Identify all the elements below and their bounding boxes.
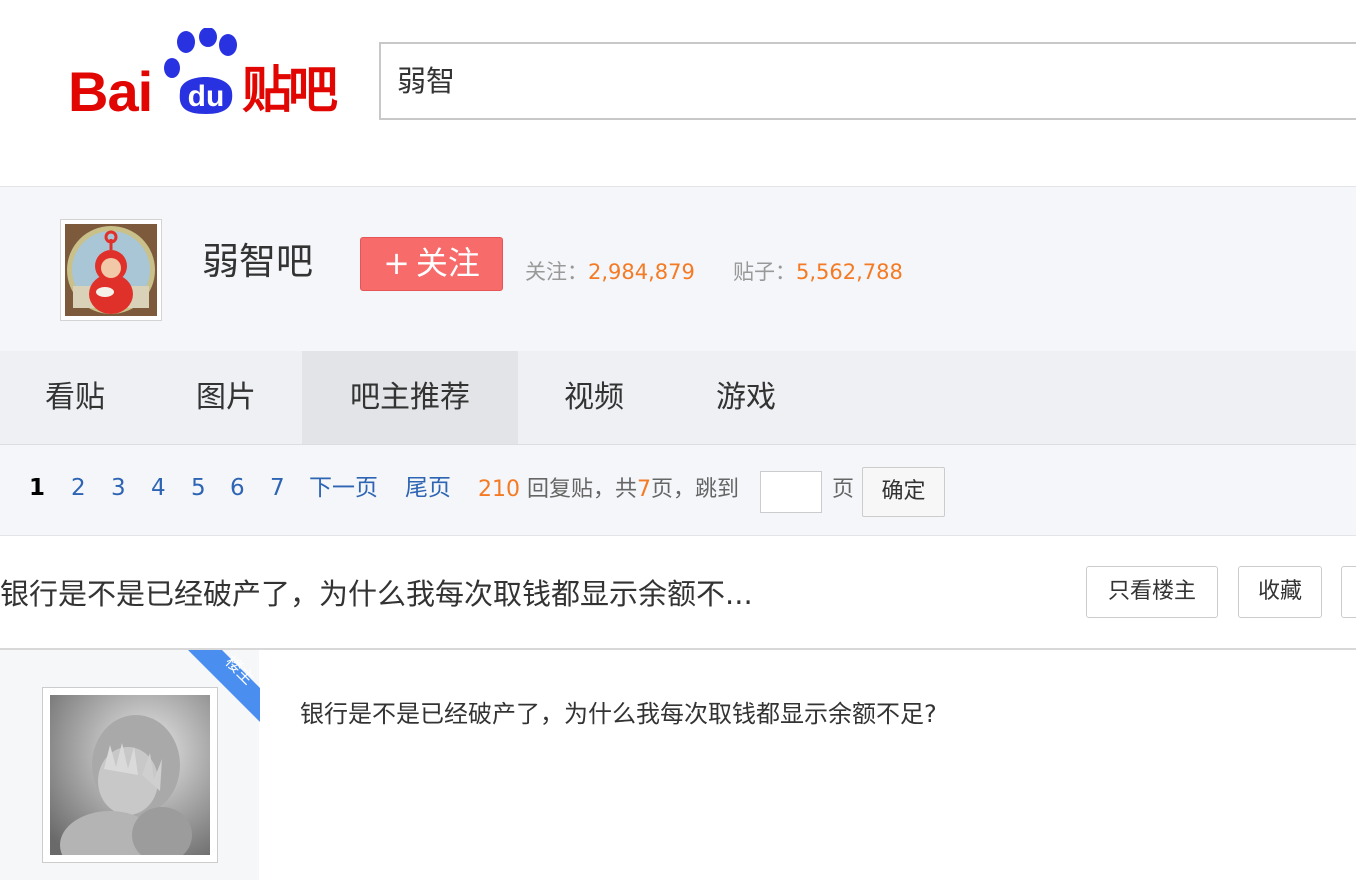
- forum-nav: 看贴 图片 吧主推荐 视频 游戏: [0, 351, 1356, 445]
- only-op-button[interactable]: 只看楼主: [1086, 566, 1218, 618]
- reply-button[interactable]: [1341, 566, 1356, 618]
- pagination-bar: 1 2 3 4 5 6 7 下一页 尾页 210 回复贴，共7页，跳到 页 确定: [0, 445, 1356, 536]
- follow-button[interactable]: + 关注: [360, 237, 503, 291]
- posts-value: 5,562,788: [796, 260, 903, 284]
- followers-value: 2,984,879: [588, 260, 695, 284]
- logo-text-bai: Bai: [68, 60, 153, 123]
- tab-posts[interactable]: 看贴: [0, 351, 150, 444]
- posts-count: 贴子：5,562,788: [733, 257, 903, 287]
- followers-count: 关注：2,984,879: [525, 257, 695, 287]
- forum-avatar[interactable]: [60, 219, 162, 321]
- page-link[interactable]: 3: [111, 473, 126, 503]
- tab-images[interactable]: 图片: [150, 351, 302, 444]
- thread-header: 银行是不是已经破产了，为什么我每次取钱都显示余额不... 只看楼主 收藏: [0, 536, 1356, 650]
- page-unit: 页: [832, 477, 855, 502]
- confirm-jump-button[interactable]: 确定: [862, 467, 945, 517]
- thread-title: 银行是不是已经破产了，为什么我每次取钱都显示余额不...: [0, 577, 753, 611]
- page-link[interactable]: 6: [230, 473, 245, 503]
- tab-games[interactable]: 游戏: [670, 351, 822, 444]
- page-current: 1: [29, 475, 46, 501]
- baidu-tieba-logo[interactable]: Bai du 贴吧: [66, 28, 342, 123]
- reply-count: 210: [478, 477, 520, 502]
- page-link[interactable]: 7: [270, 473, 285, 503]
- op-badge: 楼主: [188, 650, 260, 722]
- total-pages: 7: [637, 477, 652, 502]
- next-page-link[interactable]: 下一页: [309, 473, 378, 503]
- follow-button-label: 关注: [415, 244, 480, 282]
- followers-label: 关注：: [525, 260, 588, 284]
- page-link[interactable]: 5: [191, 473, 206, 503]
- forum-name[interactable]: 弱智吧: [202, 237, 313, 287]
- forum-avatar-image: [65, 224, 157, 316]
- logo-text-tieba: 贴吧: [242, 61, 338, 119]
- post-content: 银行是不是已经破产了，为什么我每次取钱都显示余额不足?: [300, 700, 937, 728]
- op-badge-ribbon: 楼主: [188, 650, 260, 722]
- favorite-button[interactable]: 收藏: [1238, 566, 1322, 618]
- paw-icon: du: [164, 28, 237, 114]
- user-avatar-image: [50, 695, 210, 879]
- pager-summary: 210 回复贴，共7页，跳到: [478, 475, 739, 505]
- jump-page-input[interactable]: [760, 471, 822, 513]
- search-input[interactable]: 弱智: [379, 42, 1356, 120]
- pages-suffix: 页，跳到: [651, 477, 740, 502]
- forum-info-bar: 弱智吧 + 关注 关注：2,984,879 贴子：5,562,788: [0, 186, 1356, 352]
- reply-text: 回复贴，共: [527, 477, 638, 502]
- posts-label: 贴子：: [733, 260, 796, 284]
- logo-text-du: du: [188, 80, 225, 113]
- tab-videos[interactable]: 视频: [518, 351, 670, 444]
- last-page-link[interactable]: 尾页: [405, 473, 451, 503]
- plus-icon: +: [383, 244, 410, 282]
- page-link[interactable]: 4: [151, 473, 166, 503]
- tab-featured[interactable]: 吧主推荐: [302, 351, 518, 444]
- page-link[interactable]: 2: [71, 473, 86, 503]
